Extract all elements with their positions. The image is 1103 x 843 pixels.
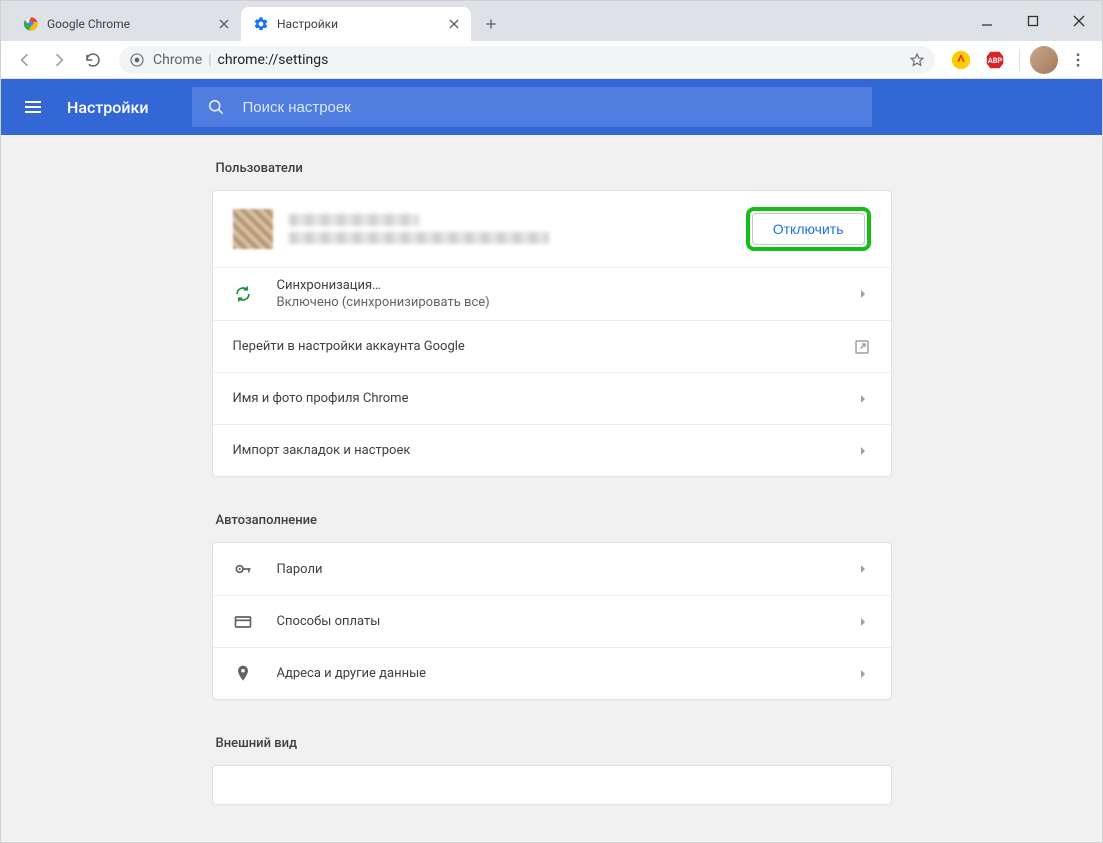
credit-card-icon: [233, 612, 253, 632]
chrome-chip-icon: [129, 52, 145, 68]
chevron-right-icon: [855, 666, 871, 682]
profile-avatar-button[interactable]: [1030, 46, 1058, 74]
close-icon[interactable]: [217, 17, 231, 31]
chevron-right-icon: [855, 391, 871, 407]
sync-title: Синхронизация…: [277, 278, 855, 293]
browser-tab-0[interactable]: Google Chrome: [11, 7, 241, 41]
browser-menu-button[interactable]: [1064, 46, 1092, 74]
window-close-button[interactable]: [1070, 12, 1088, 30]
window-maximize-button[interactable]: [1024, 12, 1042, 30]
chevron-right-icon: [855, 561, 871, 577]
payments-row[interactable]: Способы оплаты: [213, 595, 891, 647]
chevron-right-icon: [855, 286, 871, 302]
profile-name-redacted: [289, 214, 419, 226]
autofill-card: Пароли Способы оплаты Адреса и другие: [212, 542, 892, 700]
back-button[interactable]: [11, 46, 39, 74]
external-link-icon: [853, 338, 871, 356]
chevron-right-icon: [855, 443, 871, 459]
chrome-icon: [23, 16, 39, 32]
window-minimize-button[interactable]: [978, 12, 996, 30]
google-account-row[interactable]: Перейти в настройки аккаунта Google: [213, 320, 891, 372]
section-title-autofill: Автозаполнение: [216, 513, 892, 528]
section-title-appearance: Внешний вид: [216, 736, 892, 751]
url-chip: Chrome: [153, 52, 202, 68]
sync-icon: [233, 284, 253, 304]
url-text: chrome://settings: [218, 52, 329, 68]
profile-name-photo-row[interactable]: Имя и фото профиля Chrome: [213, 372, 891, 424]
addresses-row[interactable]: Адреса и другие данные: [213, 647, 891, 699]
new-tab-button[interactable]: [477, 10, 505, 38]
menu-icon[interactable]: [21, 95, 45, 119]
bookmark-star-icon[interactable]: [909, 52, 925, 68]
profile-email-redacted: [289, 232, 549, 244]
tab-title: Настройки: [277, 17, 439, 31]
page-title: Настройки: [67, 98, 148, 117]
sync-row[interactable]: Синхронизация… Включено (синхронизироват…: [213, 267, 891, 320]
extension-abp-icon[interactable]: ABP: [981, 46, 1009, 74]
browser-tab-1[interactable]: Настройки: [241, 7, 471, 41]
profile-info: [289, 214, 746, 244]
settings-header: Настройки: [1, 79, 1102, 135]
import-row[interactable]: Импорт закладок и настроек: [213, 424, 891, 476]
settings-search-input[interactable]: [240, 98, 858, 117]
svg-text:ABP: ABP: [988, 55, 1003, 64]
chevron-right-icon: [855, 614, 871, 630]
settings-content[interactable]: Пользователи Отключить Синхронизация…: [1, 135, 1102, 842]
profile-row: Отключить: [213, 191, 891, 267]
close-icon[interactable]: [447, 17, 461, 31]
section-title-users: Пользователи: [216, 161, 892, 176]
appearance-card: [212, 765, 892, 805]
key-icon: [233, 559, 253, 579]
settings-search[interactable]: [192, 87, 872, 127]
tab-title: Google Chrome: [47, 17, 209, 31]
profile-avatar: [233, 209, 273, 249]
location-pin-icon: [233, 664, 253, 684]
sync-subtitle: Включено (синхронизировать все): [277, 295, 855, 310]
browser-toolbar: Chrome | chrome://settings ABP: [1, 41, 1102, 79]
passwords-row[interactable]: Пароли: [213, 543, 891, 595]
search-icon: [206, 97, 226, 117]
annotation-highlight: Отключить: [746, 207, 871, 251]
window-controls: [978, 1, 1102, 41]
forward-button[interactable]: [45, 46, 73, 74]
reload-button[interactable]: [79, 46, 107, 74]
tab-strip: Google Chrome Настройки: [1, 1, 1102, 41]
gear-icon: [253, 16, 269, 32]
extension-yandex-icon[interactable]: [947, 46, 975, 74]
omnibox[interactable]: Chrome | chrome://settings: [119, 46, 935, 74]
users-card: Отключить Синхронизация… Включено (синхр…: [212, 190, 892, 477]
disconnect-button[interactable]: Отключить: [752, 213, 865, 245]
